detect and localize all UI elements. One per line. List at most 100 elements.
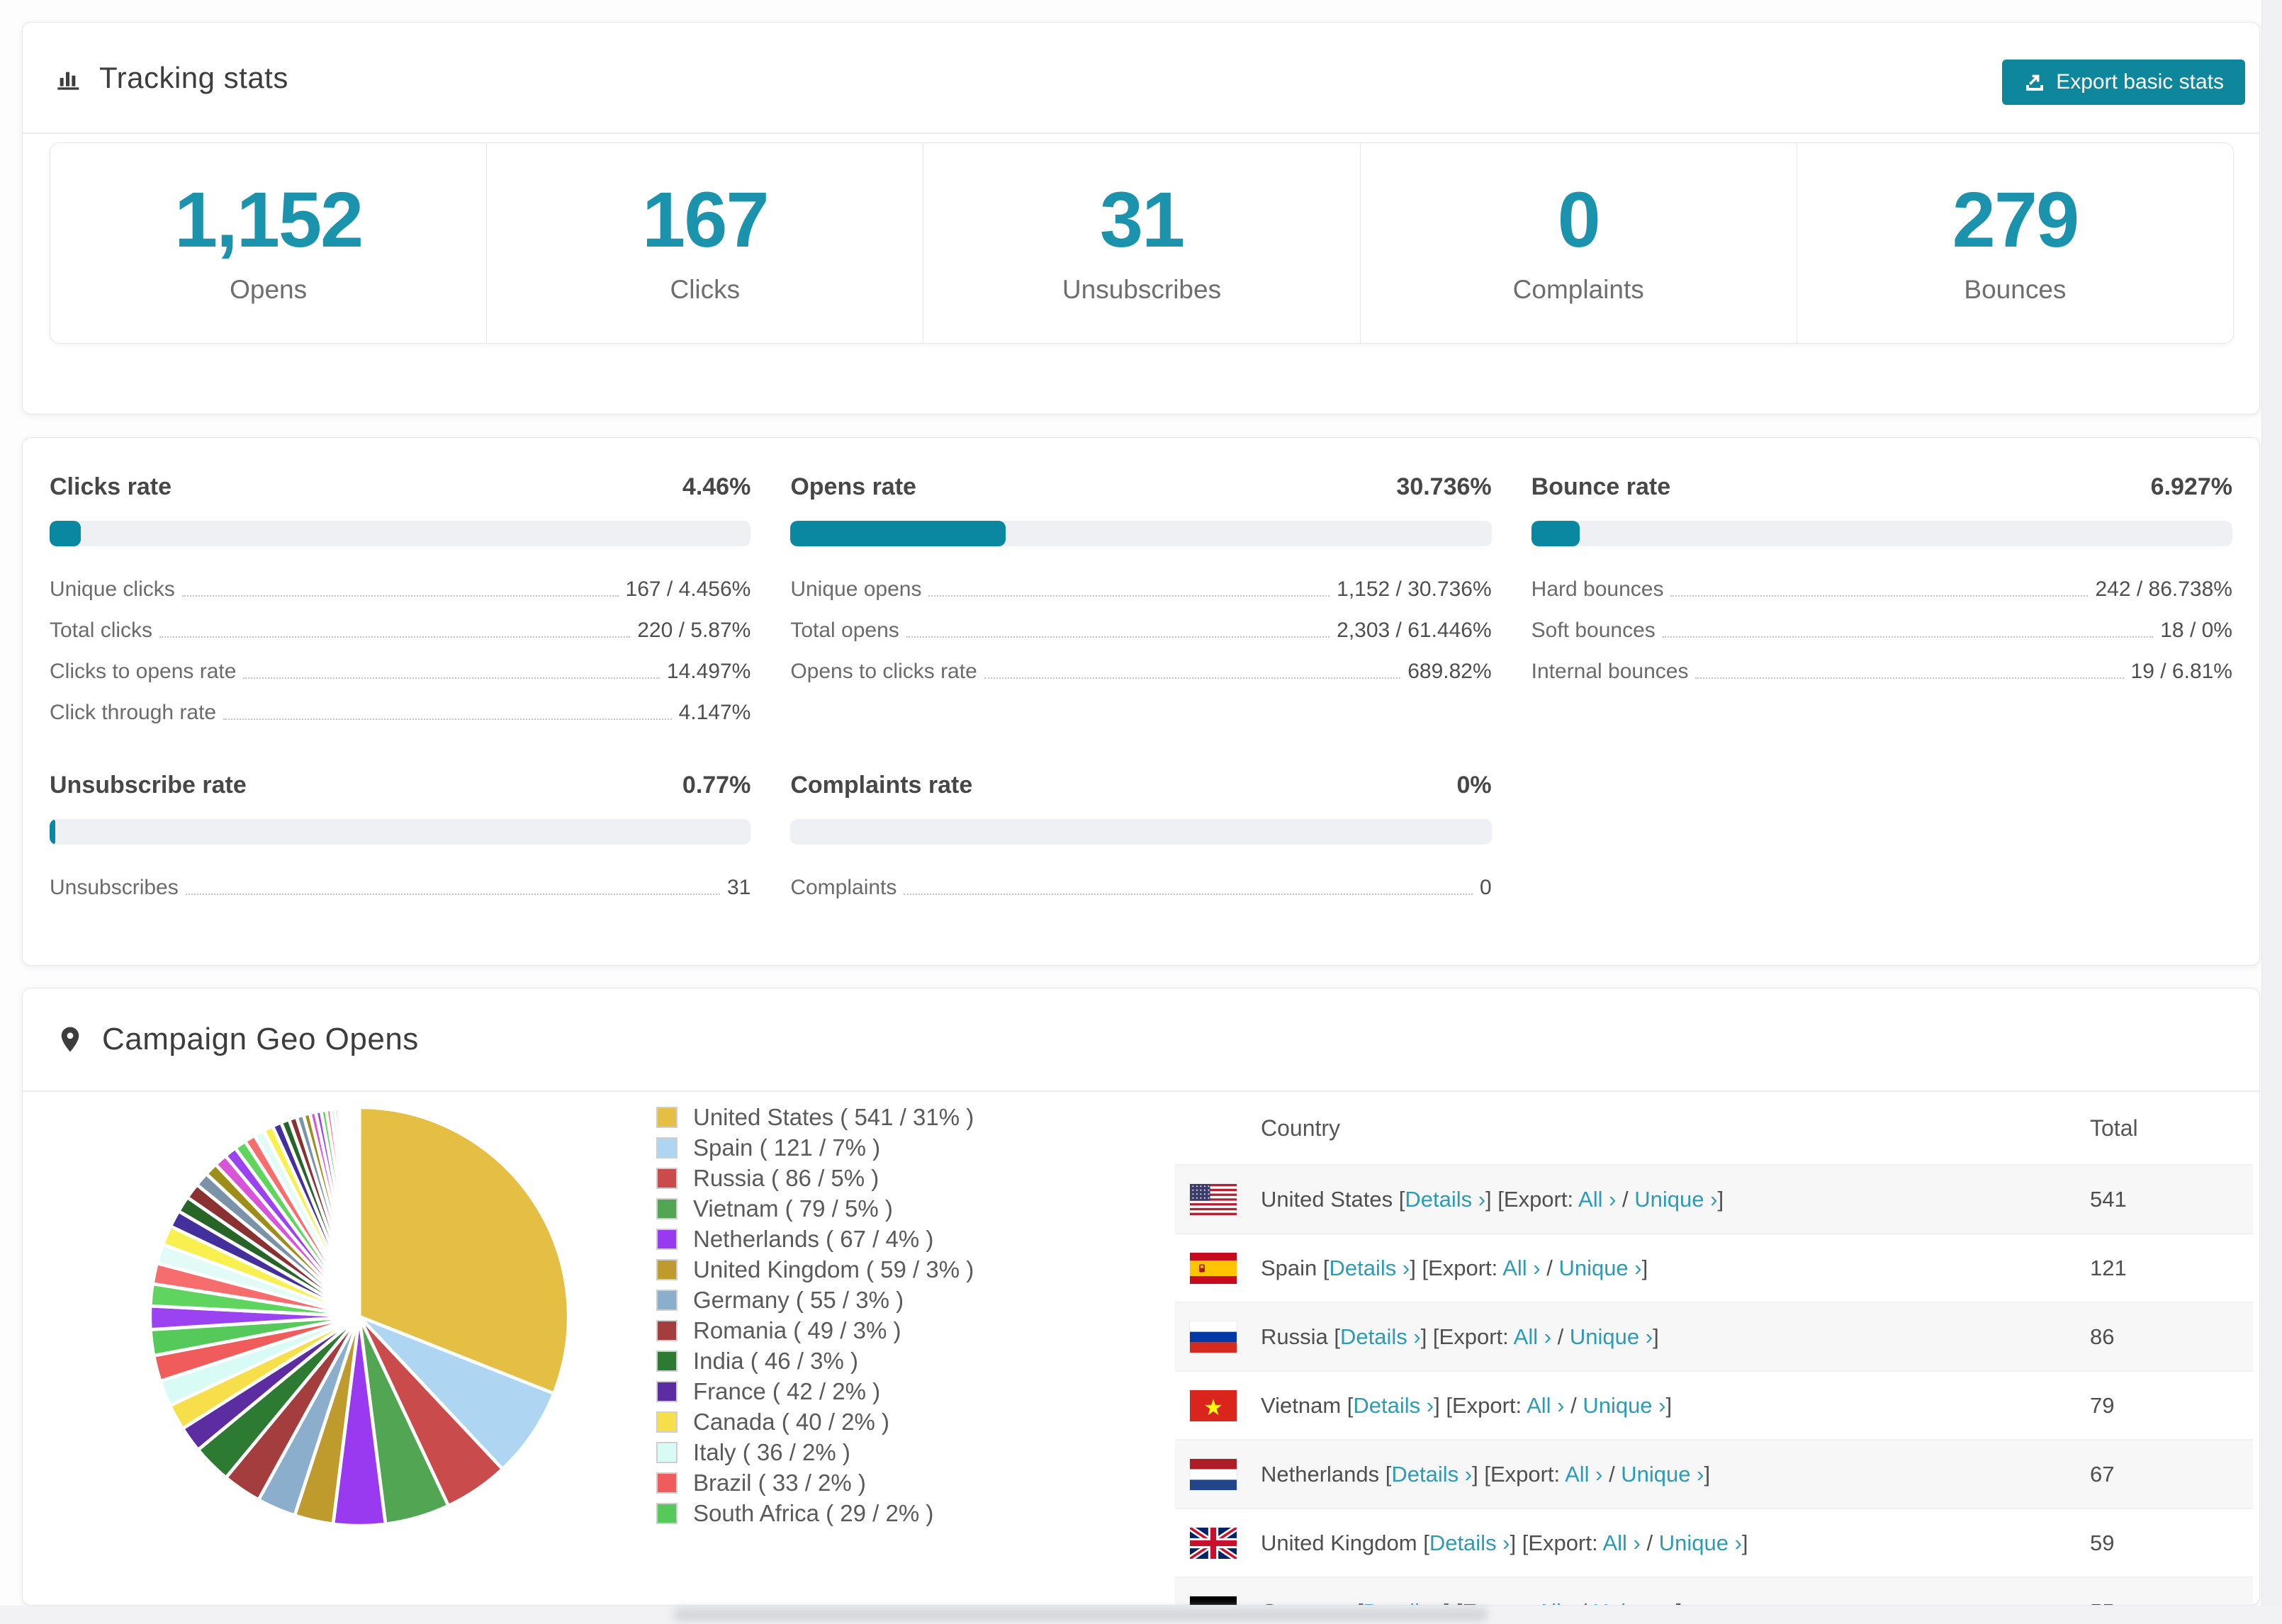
rate-detail-row: Hard bounces 242 / 86.738% [1531,562,2232,603]
country-name: Vietnam [1261,1392,1342,1418]
geo-row-country-cell: Russia [Details ›] [Export: All › / Uniq… [1261,1324,1659,1349]
rate-progress-bar [50,819,751,845]
export-all-link[interactable]: All › [1536,1599,1574,1606]
details-link[interactable]: Details › [1364,1599,1444,1606]
dotted-leader [984,677,1401,679]
stat-value: 31 [1099,176,1185,264]
geo-row-country-cell: Germany [Details ›] [Export: All › / Uni… [1261,1599,2090,1606]
geo-table-row-ru: Russia [Details ›] [Export: All › / Uniq… [1175,1302,2253,1370]
legend-item: United Kingdom ( 59 / 3% ) [656,1254,974,1285]
rate-detail-row: Click through rate 4.147% [50,685,751,726]
rate-detail-label: Unsubscribes [50,876,179,899]
legend-item: India ( 46 / 3% ) [656,1346,974,1376]
legend-label: Netherlands ( 67 / 4% ) [693,1225,934,1252]
rate-progress-bar [1531,521,2232,546]
export-unique-link[interactable]: Unique › [1558,1256,1641,1280]
vn-flag-icon [1190,1389,1237,1421]
legend-label: India ( 46 / 3% ) [693,1347,858,1374]
country-name: United States [1261,1186,1393,1212]
rate-detail-row: Complaints 0 [790,860,1491,901]
legend-label: Romania ( 49 / 3% ) [693,1316,901,1343]
rate-section-bounce-rate: Bounce rate 6.927% Hard bounces 242 / 86… [1531,473,2232,726]
export-all-link[interactable]: All › [1602,1530,1640,1555]
total-column-header: Total [2090,1115,2138,1141]
export-basic-stats-button[interactable]: Export basic stats [2002,60,2245,105]
geo-table-row-de: Germany [Details ›] [Export: All › / Uni… [1175,1577,2253,1606]
export-unique-link[interactable]: Unique › [1583,1393,1665,1418]
horizontal-scrollbar-thumb[interactable] [673,1608,1488,1621]
details-link[interactable]: Details › [1429,1530,1510,1555]
export-unique-link[interactable]: Unique › [1634,1187,1717,1212]
legend-label: Canada ( 40 / 2% ) [693,1408,889,1435]
details-link[interactable]: Details › [1391,1462,1472,1487]
export-all-link[interactable]: All › [1527,1393,1564,1418]
legend-swatch [656,1411,678,1433]
legend-item: Germany ( 55 / 3% ) [656,1285,974,1315]
stat-value: 167 [642,176,770,264]
rate-title: Opens rate [790,473,916,500]
country-name: United Kingdom [1261,1530,1417,1555]
geo-row-country-cell: Vietnam [Details ›] [Export: All › / Uni… [1261,1392,1673,1418]
legend-label: Italy ( 36 / 2% ) [693,1438,850,1465]
rate-detail-value: 19 / 6.81% [2130,660,2232,683]
rate-title: Clicks rate [50,473,172,500]
rate-detail-row: Unsubscribes 31 [50,860,751,901]
legend-item: Italy ( 36 / 2% ) [656,1437,974,1467]
rates-grid: Clicks rate 4.46% Unique clicks 167 / 4.… [23,438,2259,901]
dotted-leader [185,893,720,895]
details-link[interactable]: Details › [1340,1324,1421,1349]
details-link[interactable]: Details › [1330,1256,1410,1280]
rate-detail-value: 2,303 / 61.446% [1337,619,1492,642]
legend-item: Russia ( 86 / 5% ) [656,1163,974,1193]
geo-content: United States ( 541 / 31% ) Spain ( 121 … [23,1092,2259,1605]
legend-item: Spain ( 121 / 7% ) [656,1132,974,1163]
rate-detail-value: 689.82% [1407,660,1492,683]
rate-detail-label: Total clicks [50,619,153,642]
export-unique-link[interactable]: Unique › [1570,1324,1653,1349]
rate-title: Bounce rate [1531,473,1671,500]
details-link[interactable]: Details › [1405,1187,1485,1212]
export-all-link[interactable]: All › [1565,1462,1602,1487]
geo-row-total: 59 [2090,1530,2115,1555]
export-all-link[interactable]: All › [1578,1187,1616,1212]
geo-row-total: 541 [2090,1186,2127,1212]
stat-box-bounces: 279 Bounces [1796,143,2233,343]
legend-item: Canada ( 40 / 2% ) [656,1406,974,1437]
legend-label: South Africa ( 29 / 2% ) [693,1499,934,1526]
rate-section-complaints-rate: Complaints rate 0% Complaints 0 [790,772,1492,901]
rate-detail-value: 220 / 5.87% [637,619,751,642]
geo-table-row-gb: United Kingdom [Details ›] [Export: All … [1175,1508,2253,1577]
tracking-stats-card: Tracking stats Export basic stats 1,152 … [22,22,2260,415]
legend-item: France ( 42 / 2% ) [656,1376,974,1406]
stat-label: Clicks [670,275,741,304]
export-unique-link[interactable]: Unique › [1659,1530,1742,1555]
rate-value: 30.736% [1396,473,1492,500]
rate-value: 0% [1456,772,1492,799]
rate-detail-label: Hard bounces [1531,577,1664,601]
details-link[interactable]: Details › [1353,1393,1434,1418]
page-title: Tracking stats [99,60,288,94]
legend-item: Netherlands ( 67 / 4% ) [656,1224,974,1254]
geo-table-row-us: United States [Details ›] [Export: All ›… [1175,1164,2253,1233]
export-unique-link[interactable]: Unique › [1593,1599,1676,1606]
dotted-leader [223,718,672,720]
rate-detail-label: Clicks to opens rate [50,660,237,683]
nl-flag-icon [1190,1458,1237,1490]
geo-row-total: 121 [2090,1255,2127,1280]
legend-swatch [656,1106,678,1128]
horizontal-scrollbar[interactable] [0,1606,2282,1624]
export-all-link[interactable]: All › [1502,1256,1540,1280]
country-name: Netherlands [1261,1461,1380,1487]
export-all-link[interactable]: All › [1514,1324,1551,1349]
tracking-stats-header: Tracking stats Export basic stats [23,23,2259,134]
export-unique-link[interactable]: Unique › [1621,1462,1704,1487]
legend-label: United Kingdom ( 59 / 3% ) [693,1256,974,1282]
vertical-scrollbar[interactable] [2261,0,2282,1624]
stat-label: Opens [230,275,308,304]
legend-item: Romania ( 49 / 3% ) [656,1315,974,1346]
dotted-leader [1662,636,2154,638]
stat-value: 279 [1952,176,2080,264]
rate-detail-label: Soft bounces [1531,619,1656,642]
dotted-leader [904,893,1473,895]
stat-box-complaints: 0 Complaints [1359,143,1797,343]
